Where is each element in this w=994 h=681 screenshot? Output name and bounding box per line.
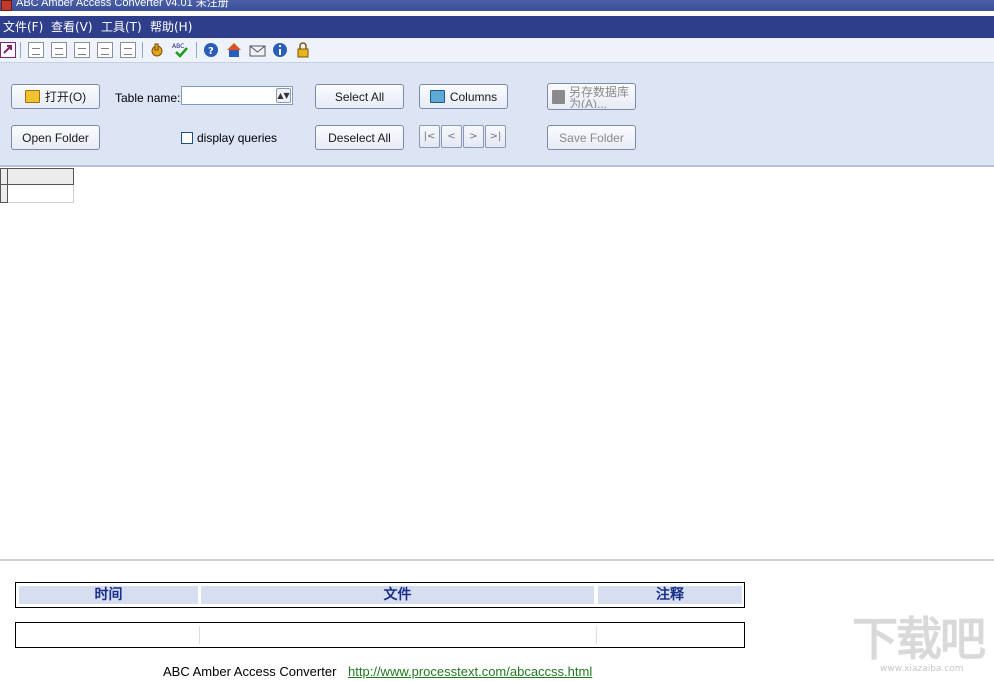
toolbar-separator — [196, 42, 197, 58]
footer-app-name: ABC Amber Access Converter — [163, 664, 337, 679]
columns-label: Columns — [449, 89, 498, 104]
columns-button[interactable]: Columns — [419, 84, 508, 109]
log-column-time: 时间 — [19, 586, 198, 604]
display-queries-checkbox[interactable] — [181, 132, 193, 144]
pdf-icon[interactable] — [74, 42, 90, 58]
folder-icon — [24, 90, 40, 103]
info-icon[interactable] — [272, 42, 288, 58]
controls-panel: 打开(O) Table name: ▲▼ Select All Columns … — [0, 63, 994, 167]
open-button-label: 打开(O) — [44, 90, 87, 104]
select-all-button[interactable]: Select All — [315, 84, 404, 109]
svg-text:?: ? — [208, 46, 214, 57]
columns-icon — [429, 90, 445, 103]
window-title: ABC Amber Access Converter v4.01 未注册 — [16, 0, 229, 9]
hand-icon[interactable] — [149, 42, 165, 58]
table-name-select[interactable]: ▲▼ — [181, 86, 293, 105]
spellcheck-icon[interactable]: ABC — [172, 42, 188, 58]
deselect-all-button[interactable]: Deselect All — [315, 125, 404, 150]
html-icon[interactable] — [97, 42, 113, 58]
column-divider — [596, 626, 597, 644]
previous-record-button[interactable]: < — [441, 125, 462, 148]
rtf-icon[interactable] — [120, 42, 136, 58]
save-folder-label: Save Folder — [559, 130, 624, 145]
menu-view[interactable]: 查看(V) — [51, 19, 93, 35]
toolbar-separator — [142, 42, 143, 58]
chevron-updown-icon[interactable]: ▲▼ — [276, 88, 291, 103]
grid-column-header[interactable] — [8, 168, 74, 185]
log-column-note: 注释 — [598, 586, 742, 604]
log-table-header: 时间 文件 注释 — [15, 582, 745, 608]
first-record-button[interactable]: |< — [419, 125, 440, 148]
grid-corner — [0, 168, 8, 185]
open-button[interactable]: 打开(O) — [11, 84, 100, 109]
column-divider — [199, 626, 200, 644]
open-folder-label: Open Folder — [22, 130, 89, 145]
menu-help[interactable]: 帮助(H) — [150, 19, 192, 35]
grid-cell[interactable] — [8, 185, 74, 203]
watermark-logo-text: 下载吧 — [852, 612, 986, 666]
open-folder-button[interactable]: Open Folder — [11, 125, 100, 150]
footer: ABC Amber Access Converter http://www.pr… — [163, 664, 592, 679]
register-icon[interactable] — [295, 42, 311, 58]
splitter[interactable] — [0, 559, 994, 561]
save-database-label: 另存数据库为(A)... — [569, 85, 630, 108]
toolbar: ABC ? — [0, 38, 994, 63]
menu-tools[interactable]: 工具(T) — [101, 19, 142, 35]
menu-bar: 文件(F) 查看(V) 工具(T) 帮助(H) — [0, 16, 994, 38]
grid-row-header[interactable] — [0, 185, 8, 203]
menu-file[interactable]: 文件(F) — [3, 19, 43, 35]
help-icon[interactable]: ? — [203, 42, 219, 58]
log-column-file: 文件 — [201, 586, 594, 604]
log-table-row[interactable] — [15, 622, 745, 648]
table-name-label: Table name: — [115, 91, 181, 105]
next-record-button[interactable]: > — [463, 125, 484, 148]
svg-text:ABC: ABC — [172, 43, 184, 50]
open-icon[interactable] — [0, 42, 16, 58]
save-folder-button[interactable]: Save Folder — [547, 125, 636, 150]
toolbar-separator — [20, 42, 21, 58]
display-queries-label: display queries — [197, 131, 278, 145]
save-database-button[interactable]: 另存数据库为(A)... — [547, 83, 636, 110]
site-watermark: 下载吧 www.xiazaiba.com — [852, 614, 988, 676]
doc-icon[interactable] — [51, 42, 67, 58]
last-record-button[interactable]: >| — [485, 125, 506, 148]
watermark-url: www.xiazaiba.com — [880, 664, 964, 674]
home-icon[interactable] — [226, 42, 242, 58]
deselect-all-label: Deselect All — [328, 130, 391, 145]
select-all-label: Select All — [334, 89, 385, 104]
app-icon — [1, 0, 12, 11]
floppy-disk-icon — [552, 89, 565, 104]
xls-icon[interactable] — [28, 42, 44, 58]
website-link[interactable]: http://www.processtext.com/abcaccss.html — [348, 664, 592, 679]
mail-icon[interactable] — [249, 42, 266, 58]
title-bar: ABC Amber Access Converter v4.01 未注册 — [0, 0, 994, 11]
